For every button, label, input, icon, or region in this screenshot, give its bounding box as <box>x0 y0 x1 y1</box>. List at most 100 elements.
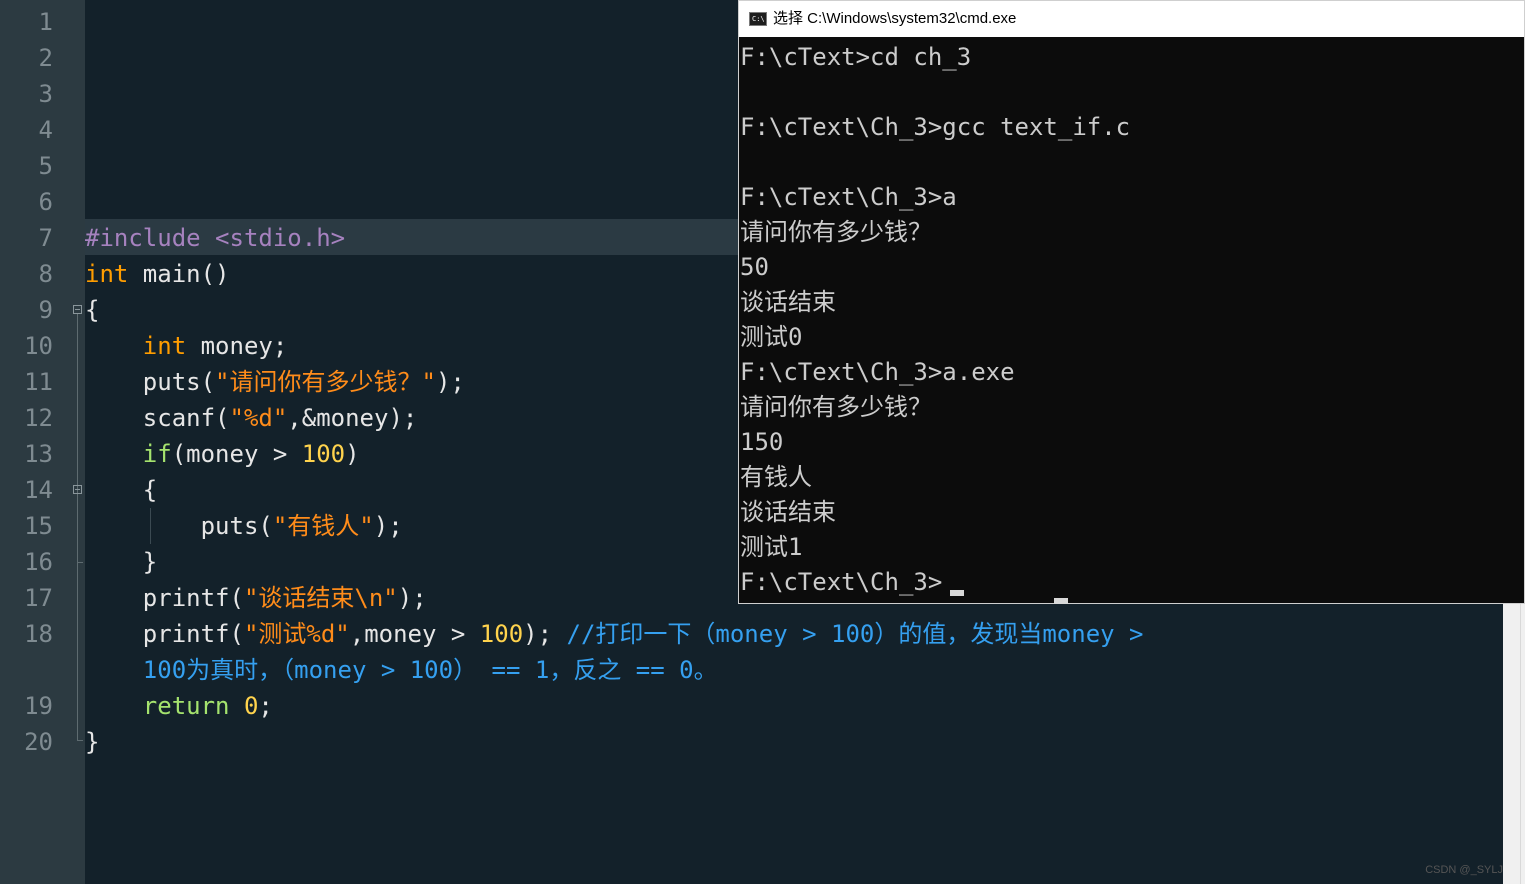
string-literal: "%d" <box>229 404 288 432</box>
window-title: 选择 C:\Windows\system32\cmd.exe <box>773 10 1017 27</box>
line-number: 3 <box>38 80 53 108</box>
code-text: { <box>85 296 100 324</box>
terminal-line: 请问你有多少钱？ <box>740 393 932 421</box>
code-line-13: if(money > 100) <box>85 436 360 472</box>
function-call: puts( <box>200 512 273 540</box>
function-call: printf( <box>142 584 244 612</box>
code-text: ; <box>258 692 273 720</box>
function-call: puts( <box>142 368 216 396</box>
terminal-line: 测试0 <box>740 323 803 351</box>
function-call: scanf( <box>142 404 230 432</box>
cmd-titlebar[interactable]: C:\ 选择 C:\Windows\system32\cmd.exe <box>739 1 1524 37</box>
code-text: } <box>85 728 100 756</box>
code-line-19: return 0; <box>85 688 273 724</box>
terminal-line: 150 <box>740 428 784 456</box>
code-comment: //打印一下（money > 100）的值，发现当money > <box>566 620 1144 648</box>
line-number: 11 <box>24 368 53 396</box>
fold-toggle-icon[interactable] <box>73 305 82 314</box>
code-line-18-wrapped: 100为真时，（money > 100） == 1，反之 == 0。 <box>85 652 718 688</box>
string-literal: "有钱人" <box>272 512 374 540</box>
line-number: 8 <box>38 260 53 288</box>
code-comment: 100为真时，（money > 100） == 1，反之 == 0。 <box>142 656 718 684</box>
fold-end-marker <box>77 562 83 563</box>
line-number: 2 <box>38 44 53 72</box>
code-line-11: puts("请问你有多少钱？"); <box>85 364 465 400</box>
line-number: 14 <box>24 476 53 504</box>
line-number: 10 <box>24 332 53 360</box>
preprocessor-directive: #include <box>85 224 201 252</box>
code-line-7: #include <stdio.h> <box>85 220 345 256</box>
line-number: 4 <box>38 116 53 144</box>
terminal-line: 50 <box>740 253 769 281</box>
line-number: 16 <box>24 548 53 576</box>
code-text: main() <box>128 260 230 288</box>
line-number: 20 <box>24 728 53 756</box>
code-text: ); <box>397 584 427 612</box>
control-keyword: if <box>142 440 172 468</box>
code-line-12: scanf("%d",&money); <box>85 400 418 436</box>
code-text: ) <box>345 440 360 468</box>
code-text: ,&money); <box>287 404 418 432</box>
terminal-line: F:\cText\Ch_3>gcc text_if.c <box>740 113 1131 141</box>
terminal-prompt[interactable]: F:\cText\Ch_3> <box>740 565 942 600</box>
line-number: 17 <box>24 584 53 612</box>
code-line-16: } <box>85 548 158 576</box>
terminal-line: 谈话结束 <box>740 288 836 316</box>
code-text: ); <box>435 368 465 396</box>
terminal-line: 请问你有多少钱？ <box>740 218 932 246</box>
code-line-14: { <box>85 476 158 504</box>
number-literal: 0 <box>243 692 259 720</box>
function-call: printf( <box>142 620 244 648</box>
code-line-20: } <box>85 724 99 760</box>
terminal-line: F:\cText>cd ch_3 <box>740 43 972 71</box>
code-text: ); <box>373 512 403 540</box>
line-number: 15 <box>24 512 53 540</box>
number-literal: 100 <box>301 440 346 468</box>
include-header: <stdio.h> <box>200 224 346 252</box>
fold-end-marker <box>77 740 83 741</box>
code-line-10: int money; <box>85 328 288 364</box>
line-number: 1 <box>38 8 53 36</box>
fold-toggle-icon[interactable] <box>73 485 82 494</box>
line-number: 18 <box>24 620 53 648</box>
type-keyword: int <box>142 332 187 360</box>
cmd-icon-glyph: C:\ <box>752 15 765 23</box>
terminal-line: 有钱人 <box>740 463 812 491</box>
terminal-line: 测试1 <box>740 533 803 561</box>
code-line-15: puts("有钱人"); <box>85 508 403 544</box>
code-text: money; <box>186 332 288 360</box>
code-line-17: printf("谈话结束\n"); <box>85 580 427 616</box>
string-literal: "谈话结束\n" <box>243 584 398 612</box>
watermark: CSDN @_SYLJ <box>1425 864 1503 876</box>
code-line-9: { <box>85 292 99 328</box>
cmd-app-icon[interactable]: C:\ <box>749 12 767 26</box>
code-text: ); <box>523 620 567 648</box>
code-line-8: int main() <box>85 256 230 292</box>
number-literal: 100 <box>479 620 524 648</box>
code-text: (money > <box>171 440 302 468</box>
cmd-window[interactable]: C:\ 选择 C:\Windows\system32\cmd.exe F:\cT… <box>738 0 1525 604</box>
line-number: 9 <box>38 296 53 324</box>
text-cursor <box>1054 598 1068 604</box>
code-line-18: printf("测试%d",money > 100); //打印一下（money… <box>85 616 1144 652</box>
fold-guide <box>77 314 78 740</box>
control-keyword: return <box>142 692 230 720</box>
terminal-line: 谈话结束 <box>740 498 836 526</box>
terminal-line: F:\cText\Ch_3>a.exe <box>740 358 1015 386</box>
line-number: 19 <box>24 692 53 720</box>
terminal-cursor <box>950 590 964 596</box>
terminal-line: F:\cText\Ch_3>a <box>740 183 957 211</box>
string-literal: "请问你有多少钱？" <box>215 368 436 396</box>
line-number: 6 <box>38 188 53 216</box>
line-number: 7 <box>38 224 53 252</box>
